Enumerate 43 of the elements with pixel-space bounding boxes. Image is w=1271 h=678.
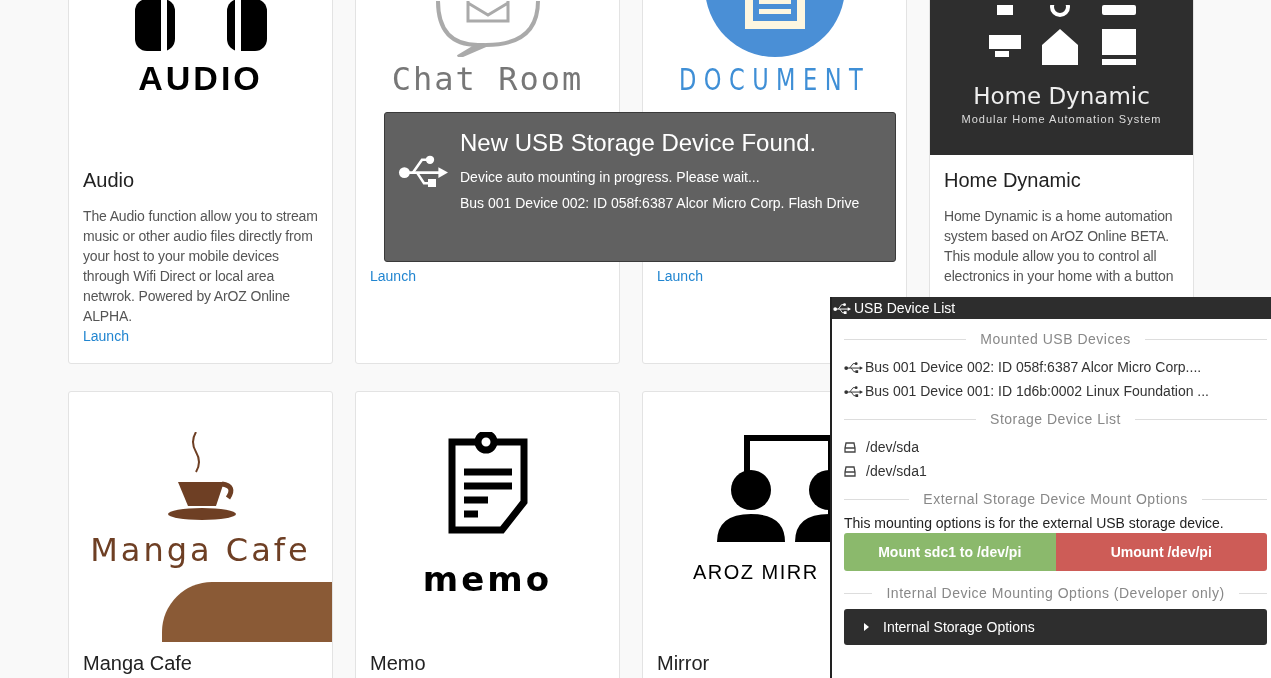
card-title: Home Dynamic: [944, 169, 1082, 192]
logo-text: Home Dynamic: [973, 85, 1150, 108]
notification-title: New USB Storage Device Found.: [460, 129, 818, 157]
launch-link[interactable]: Launch: [657, 266, 703, 286]
usb-device-item: Bus 001 Device 001: ID 1d6b:0002 Linux Foundation ...: [865, 383, 1209, 399]
card-description: The Audio function allow you to stream music or other audio files directly from your host to your mobile devices through Wifi Direct or local area netwrok. Powered by ArOZ Online ALPHA.: [83, 207, 319, 326]
logo-text: AROZ MIRR: [693, 562, 819, 582]
logo-text: memo: [422, 562, 553, 596]
caret-icon: [864, 623, 869, 631]
card-description: Home Dynamic is a home automation system based on ArOZ Online BETA. This module allow you to control all electronics in your home with a button: [944, 207, 1175, 286]
usb-icon: [844, 385, 863, 397]
logo-subtext: Modular Home Automation System: [961, 114, 1162, 125]
launch-link[interactable]: Launch: [370, 266, 416, 286]
section-heading: External Storage Device Mount Options: [923, 491, 1188, 507]
unmount-button[interactable]: Umount /dev/pi: [1055, 533, 1267, 571]
logo-text: AUDIO: [138, 61, 263, 95]
mount-note: This mounting options is for the external USB storage device.: [844, 515, 1225, 531]
card-title: Audio: [83, 169, 136, 192]
storage-device-item: /dev/sda1: [866, 463, 927, 479]
usb-device-item: Bus 001 Device 002: ID 058f:6387 Alcor Micro Corp....: [865, 359, 1202, 375]
card-title: Mirror: [657, 652, 711, 675]
storage-device-item: /dev/sda: [866, 439, 919, 455]
accordion-header[interactable]: Internal Storage Options: [844, 609, 1267, 645]
section-heading: Mounted USB Devices: [980, 331, 1131, 347]
logo-text: Manga Cafe: [90, 534, 311, 566]
mount-button[interactable]: Mount sdc1 to /dev/pi: [844, 533, 1056, 571]
usb-icon: [833, 302, 851, 314]
clipboard-icon: [447, 432, 528, 534]
card-title: Manga Cafe: [83, 652, 193, 675]
drive-icon: [844, 441, 856, 453]
notification-detail: Bus 001 Device 002: ID 058f:6387 Alcor Micro Corp. Flash Drive: [460, 195, 860, 211]
logo-text: DOCUMENT: [678, 65, 871, 95]
notification-message: Device auto mounting in progress. Please wait...: [460, 169, 761, 185]
panel-title: USB Device List: [854, 300, 956, 316]
logo-text: Chat Room: [391, 63, 584, 95]
usb-icon: [844, 361, 863, 373]
card-title: Memo: [370, 652, 427, 675]
launch-link[interactable]: Launch: [83, 326, 129, 346]
drive-icon: [844, 465, 856, 477]
usb-icon: [397, 155, 448, 187]
section-heading: Storage Device List: [990, 411, 1121, 427]
section-heading: Internal Device Mounting Options (Developer only): [886, 585, 1225, 601]
coffee-cup-icon: [165, 432, 236, 522]
